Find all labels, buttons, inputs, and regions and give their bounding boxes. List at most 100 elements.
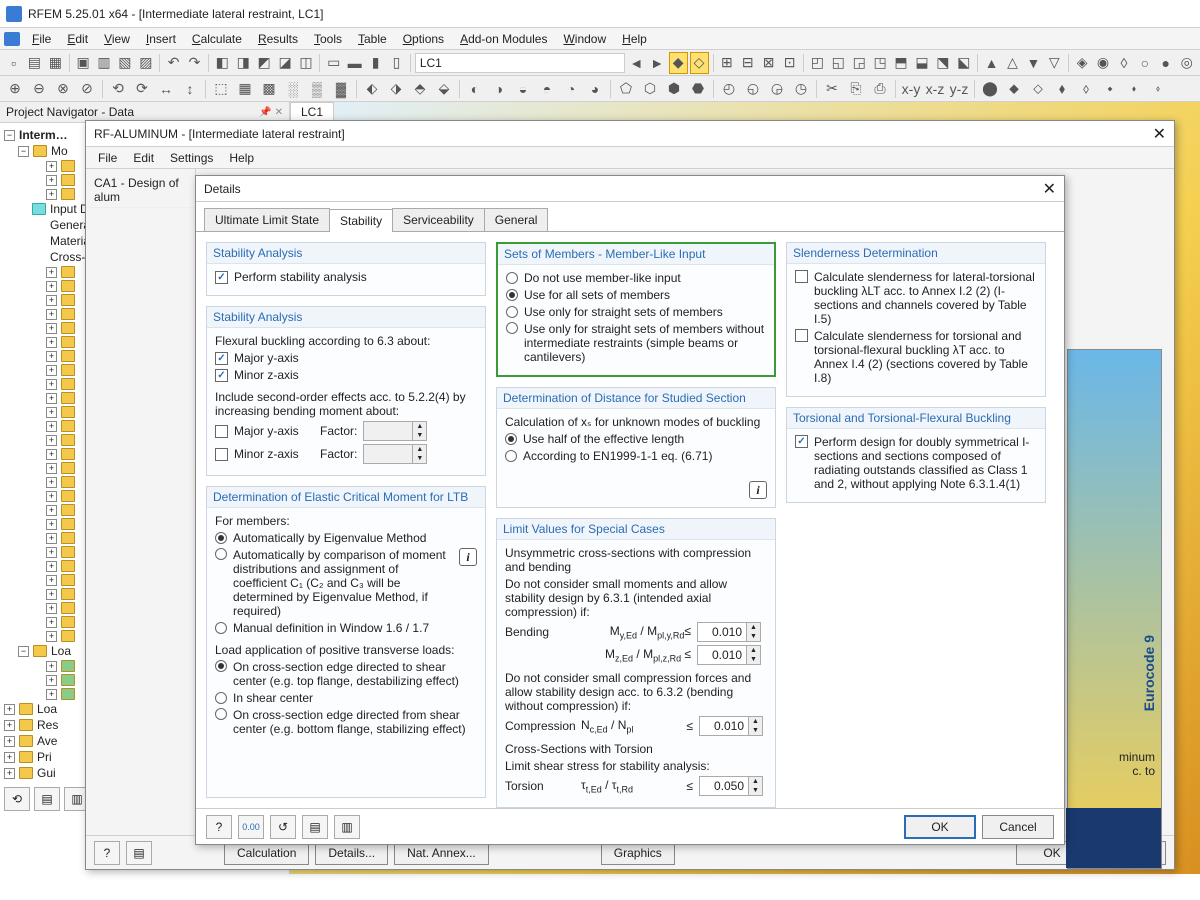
tb-icon[interactable]: ◷ (790, 78, 812, 100)
tb-icon[interactable]: ⬫ (1147, 78, 1169, 100)
menu-options[interactable]: Options (395, 30, 452, 48)
info-icon[interactable]: i (459, 548, 477, 566)
expander-icon[interactable]: + (46, 365, 57, 376)
tb-icon[interactable]: ▣ (74, 52, 93, 74)
expander-icon[interactable]: + (4, 752, 15, 763)
ok-button[interactable]: OK (904, 815, 976, 839)
tb-icon[interactable]: ▒ (306, 78, 328, 100)
loadcase-combo[interactable]: LC1 (415, 53, 625, 73)
tb-icon[interactable]: ⊘ (76, 78, 98, 100)
tb-icon[interactable]: ⊕ (4, 78, 26, 100)
save-icon[interactable]: ▥ (334, 815, 360, 839)
dist-half-radio[interactable] (505, 433, 517, 445)
tb-icon[interactable]: ▼ (1024, 52, 1043, 74)
tb-icon[interactable]: ▓ (330, 78, 352, 100)
cancel-button[interactable]: Cancel (982, 815, 1054, 839)
so-major-y-checkbox[interactable] (215, 425, 228, 438)
tb-icon[interactable]: x-z (924, 78, 946, 100)
tb-icon[interactable]: ▩ (258, 78, 280, 100)
expander-icon[interactable]: − (4, 130, 15, 141)
so-minor-z-checkbox[interactable] (215, 448, 228, 461)
expander-icon[interactable]: + (4, 736, 15, 747)
expander-icon[interactable]: + (46, 161, 57, 172)
close-icon[interactable]: ✕ (1043, 179, 1056, 199)
expander-icon[interactable]: + (46, 561, 57, 572)
tb-icon[interactable]: ◩ (255, 52, 274, 74)
tb-icon[interactable]: ◱ (829, 52, 848, 74)
expander-icon[interactable]: + (46, 351, 57, 362)
tb-icon[interactable]: ◶ (766, 78, 788, 100)
tab-stability[interactable]: Stability (329, 209, 393, 232)
menu-calculate[interactable]: Calculate (184, 30, 250, 48)
menu-table[interactable]: Table (350, 30, 395, 48)
nav-btn-icon[interactable]: ▤ (34, 787, 60, 811)
nav-btn-icon[interactable]: ⟲ (4, 787, 30, 811)
tb-icon[interactable]: ◨ (234, 52, 253, 74)
expander-icon[interactable]: + (46, 533, 57, 544)
expander-icon[interactable]: − (18, 646, 29, 657)
expander-icon[interactable]: + (46, 519, 57, 530)
tb-icon[interactable]: ⬤ (979, 78, 1001, 100)
menu-insert[interactable]: Insert (138, 30, 184, 48)
expander-icon[interactable]: + (46, 505, 57, 516)
perform-stability-checkbox[interactable] (215, 271, 228, 284)
tb-icon[interactable]: ▭ (324, 52, 343, 74)
expander-icon[interactable]: + (46, 189, 57, 200)
tb-icon[interactable]: ⬘ (409, 78, 431, 100)
footer-icon[interactable]: ? (94, 841, 120, 865)
expander-icon[interactable]: + (46, 407, 57, 418)
menu-edit[interactable]: Edit (59, 30, 96, 48)
tb-icon[interactable]: ⎙ (869, 78, 891, 100)
major-y-checkbox[interactable] (215, 352, 228, 365)
tb-icon[interactable]: ◫ (297, 52, 316, 74)
plugin-case-tab[interactable]: CA1 - Design of alum (86, 173, 195, 208)
expander-icon[interactable]: + (4, 704, 15, 715)
tb-icon[interactable]: ◊ (1114, 52, 1133, 74)
units-icon[interactable]: 0.00 (238, 815, 264, 839)
tb-icon[interactable]: ◉ (1094, 52, 1113, 74)
tb-icon[interactable]: ◧ (213, 52, 232, 74)
expander-icon[interactable]: + (46, 491, 57, 502)
expander-icon[interactable]: + (46, 175, 57, 186)
compression-spinner[interactable]: ▲▼ (699, 716, 763, 736)
default-icon[interactable]: ↺ (270, 815, 296, 839)
sets-all-radio[interactable] (506, 289, 518, 301)
tb-icon[interactable]: ▥ (95, 52, 114, 74)
expander-icon[interactable]: + (46, 617, 57, 628)
document-tab[interactable]: LC1 (290, 102, 334, 122)
tb-icon[interactable]: ⟲ (107, 78, 129, 100)
expander-icon[interactable]: + (46, 547, 57, 558)
pin-icon[interactable]: 📌 ✕ (259, 107, 283, 118)
footer-icon[interactable]: ▤ (126, 841, 152, 865)
torsion-spinner[interactable]: ▲▼ (699, 776, 763, 796)
tb-new-icon[interactable]: ▫ (4, 52, 23, 74)
tb-icon[interactable]: ◒ (512, 78, 534, 100)
expander-icon[interactable]: + (46, 435, 57, 446)
expander-icon[interactable]: + (46, 661, 57, 672)
tb-icon[interactable]: ◰ (808, 52, 827, 74)
menu-addon[interactable]: Add-on Modules (452, 30, 555, 48)
tb-icon[interactable]: ⬢ (663, 78, 685, 100)
menu-tools[interactable]: Tools (306, 30, 350, 48)
tb-icon[interactable]: ▽ (1045, 52, 1064, 74)
expander-icon[interactable]: + (46, 323, 57, 334)
tb-icon[interactable]: ⊡ (780, 52, 799, 74)
expander-icon[interactable]: + (46, 603, 57, 614)
tb-icon[interactable]: ✂ (821, 78, 843, 100)
tb-icon[interactable]: ⬚ (210, 78, 232, 100)
tb-icon[interactable]: y-z (948, 78, 970, 100)
expander-icon[interactable]: + (46, 267, 57, 278)
expander-icon[interactable]: + (46, 281, 57, 292)
tb-icon[interactable]: ⬙ (433, 78, 455, 100)
tb-icon[interactable]: ⬦ (1027, 78, 1049, 100)
menu-view[interactable]: View (96, 30, 138, 48)
expander-icon[interactable]: + (46, 449, 57, 460)
expander-icon[interactable]: + (46, 477, 57, 488)
load-shear-radio[interactable] (215, 692, 227, 704)
tb-icon[interactable]: ⟳ (131, 78, 153, 100)
tb-icon[interactable]: ◎ (1177, 52, 1196, 74)
expander-icon[interactable]: + (46, 589, 57, 600)
expander-icon[interactable]: + (46, 309, 57, 320)
tb-icon[interactable]: ⬕ (954, 52, 973, 74)
dist-eq-radio[interactable] (505, 450, 517, 462)
